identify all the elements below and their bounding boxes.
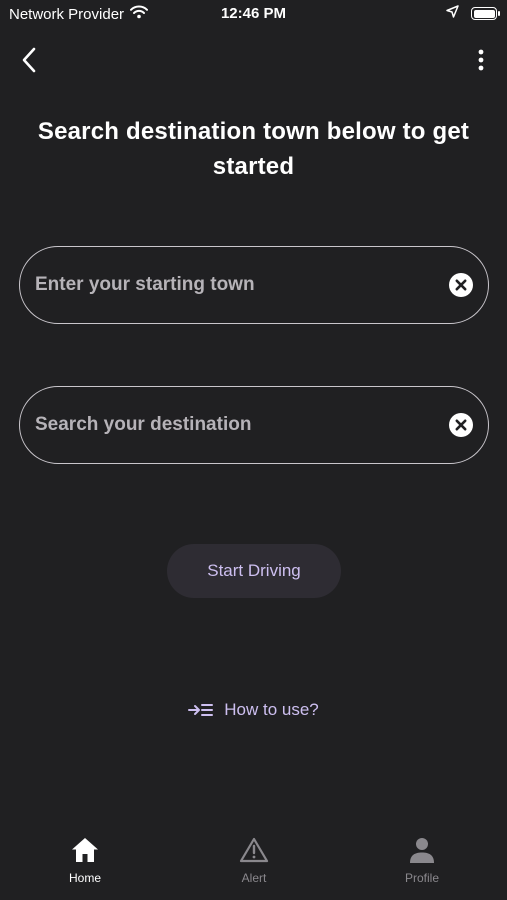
- person-icon: [410, 838, 434, 863]
- status-time: 12:46 PM: [220, 5, 287, 22]
- bottom-tab-bar: Home Alert Profile: [0, 826, 507, 900]
- tab-home[interactable]: Home: [25, 836, 145, 885]
- status-right: [446, 5, 500, 22]
- clear-icon: [449, 413, 473, 437]
- back-button[interactable]: [14, 44, 44, 76]
- tab-home-label: Home: [68, 871, 101, 885]
- how-to-use-link[interactable]: How to use?: [0, 700, 507, 720]
- clear-icon: [449, 273, 473, 297]
- clear-starting-town-button[interactable]: [448, 272, 474, 298]
- tab-profile-label: Profile: [404, 871, 439, 885]
- battery-fill: [473, 9, 495, 18]
- more-options-button[interactable]: [469, 44, 493, 76]
- start-driving-button[interactable]: Start Driving: [167, 544, 341, 598]
- destination-input[interactable]: [35, 414, 448, 436]
- destination-field[interactable]: [19, 386, 489, 464]
- battery-icon: [471, 7, 500, 20]
- warning-icon: [239, 837, 269, 863]
- tab-alert-label: Alert: [241, 871, 267, 885]
- status-bar: Network Provider 12:46 PM: [0, 0, 507, 30]
- starting-town-field[interactable]: [19, 246, 489, 324]
- tab-alert[interactable]: Alert: [194, 836, 314, 885]
- location-arrow-icon: [446, 5, 459, 22]
- more-vertical-icon: [478, 49, 484, 71]
- how-to-use-label: How to use?: [224, 700, 319, 719]
- clear-destination-button[interactable]: [448, 412, 474, 438]
- page-title: Search destination town below to get sta…: [37, 118, 470, 180]
- tab-profile[interactable]: Profile: [362, 836, 482, 885]
- list-arrow-icon: [188, 704, 214, 716]
- chevron-left-icon: [22, 47, 36, 73]
- starting-town-input[interactable]: [35, 274, 448, 296]
- home-icon: [72, 838, 98, 862]
